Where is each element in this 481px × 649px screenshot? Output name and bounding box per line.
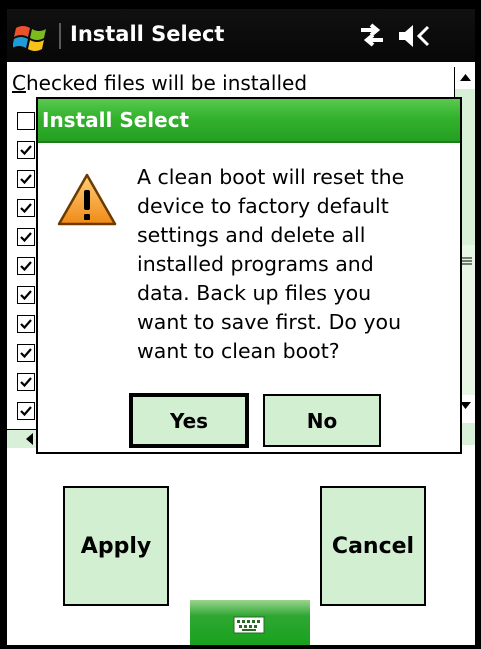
- list-item-checkbox[interactable]: [17, 141, 35, 159]
- app-title: Install Select: [70, 22, 225, 46]
- cancel-button[interactable]: Cancel: [320, 486, 426, 606]
- checkmark-icon: [20, 174, 32, 185]
- volume-muted-icon[interactable]: [397, 21, 431, 51]
- dialog-message: A clean boot will reset the device to fa…: [137, 165, 405, 363]
- no-button[interactable]: No: [263, 394, 381, 447]
- title-separator: [59, 23, 61, 49]
- list-item-checkbox[interactable]: [17, 170, 35, 188]
- device-screen: Install Select Checked files will be ins…: [7, 9, 475, 645]
- list-item-checkbox[interactable]: [17, 315, 35, 333]
- title-bar: Install Select: [7, 9, 475, 62]
- yes-button[interactable]: Yes: [129, 393, 249, 448]
- checkmark-icon: [20, 406, 32, 417]
- checkmark-icon: [20, 290, 32, 301]
- windows-start-icon[interactable]: [13, 22, 49, 54]
- keyboard-icon[interactable]: [233, 616, 265, 634]
- list-item-checkbox[interactable]: [17, 344, 35, 362]
- checkmark-icon: [20, 145, 32, 156]
- input-panel-bar[interactable]: [190, 600, 310, 645]
- checkmark-icon: [20, 261, 32, 272]
- apply-button[interactable]: Apply: [63, 486, 169, 606]
- list-item-checkbox[interactable]: [17, 402, 35, 420]
- list-header-accelerator: C: [12, 71, 26, 95]
- scroll-up-button[interactable]: [455, 67, 475, 89]
- checkmark-icon: [20, 232, 32, 243]
- clean-boot-dialog: Install Select A clean boot will reset t…: [36, 97, 462, 454]
- list-item-checkbox[interactable]: [17, 373, 35, 391]
- checkmark-icon: [20, 203, 32, 214]
- dialog-title-divider: [38, 141, 460, 143]
- dialog-title: Install Select: [38, 99, 460, 141]
- list-item-checkbox[interactable]: [17, 286, 35, 304]
- list-header: Checked files will be installed: [12, 71, 307, 95]
- up-arrow-icon: [460, 74, 471, 81]
- list-item-checkbox[interactable]: [17, 112, 35, 130]
- checkmark-icon: [20, 348, 32, 359]
- list-item-checkbox[interactable]: [17, 228, 35, 246]
- list-header-text: hecked files will be installed: [25, 71, 308, 95]
- list-item-checkbox[interactable]: [17, 257, 35, 275]
- connectivity-icon[interactable]: [357, 21, 387, 49]
- warning-icon: [57, 173, 117, 226]
- checkmark-icon: [20, 319, 32, 330]
- checkmark-icon: [20, 377, 32, 388]
- list-item-checkbox[interactable]: [17, 199, 35, 217]
